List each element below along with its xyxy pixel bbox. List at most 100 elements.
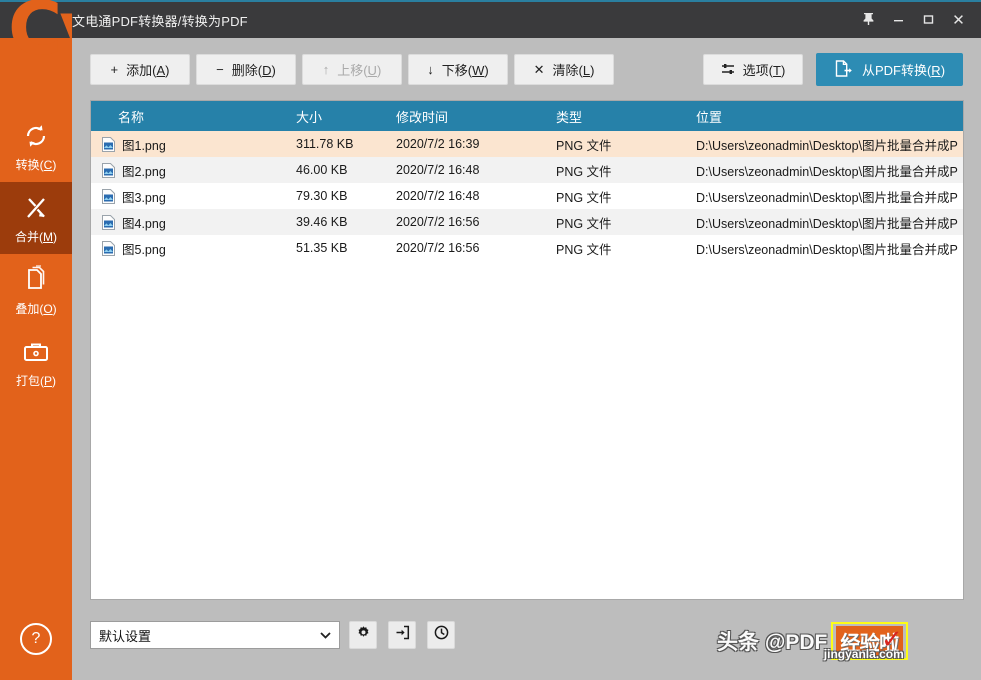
move-up-button[interactable]: ↑ 上移(U) bbox=[302, 54, 402, 85]
preset-select[interactable]: 默认设置 bbox=[90, 621, 340, 649]
history-clock-icon bbox=[434, 625, 449, 645]
bottom-bar: 默认设置 bbox=[72, 600, 981, 680]
clear-button-label: 清除(L) bbox=[552, 63, 595, 78]
preset-select-value: 默认设置 bbox=[99, 628, 152, 644]
sidebar: 转换(C) 合并(M) 叠加(O) 打包(P) ? bbox=[0, 38, 72, 680]
file-type-cell: PNG 文件 bbox=[556, 164, 612, 179]
settings-gear-icon bbox=[356, 625, 371, 645]
remove-button-label: 删除(D) bbox=[231, 63, 276, 78]
file-modified-cell: 2020/7/2 16:39 bbox=[396, 137, 480, 151]
plus-icon: + bbox=[110, 62, 119, 77]
file-size-cell: 39.46 KB bbox=[296, 215, 348, 229]
history-clock-button[interactable] bbox=[427, 621, 455, 649]
options-button-label: 选项(T) bbox=[742, 63, 786, 78]
file-location-cell: D:\Users\zeonadmin\Desktop\图片批量合并成P bbox=[696, 138, 958, 153]
toolbar: + 添加(A) − 删除(D) ↑ 上移(U) ↓ 下移(W) ✕ 清除(L) bbox=[72, 38, 981, 100]
chevron-down-icon bbox=[320, 631, 331, 642]
sidebar-item-label: 打包(P) bbox=[15, 373, 56, 388]
sidebar-item-overlay[interactable]: 叠加(O) bbox=[0, 254, 72, 326]
cross-icon: ✕ bbox=[533, 62, 545, 77]
file-type-cell: PNG 文件 bbox=[556, 216, 612, 231]
file-type-cell: PNG 文件 bbox=[556, 138, 612, 153]
file-name-cell: 图3.png bbox=[91, 187, 296, 206]
png-file-icon bbox=[102, 240, 115, 256]
sidebar-item-convert[interactable]: 转换(C) bbox=[0, 110, 72, 182]
convert-from-pdf-label: 从PDF转换(R) bbox=[861, 63, 946, 78]
convert-from-pdf-button[interactable]: 从PDF转换(R) bbox=[816, 53, 963, 86]
png-file-icon bbox=[102, 136, 115, 152]
pin-icon[interactable] bbox=[853, 0, 883, 38]
file-modified-cell: 2020/7/2 16:48 bbox=[396, 189, 480, 203]
file-name-cell: 图2.png bbox=[91, 161, 296, 180]
file-name-text: 图3.png bbox=[122, 190, 166, 205]
file-location-cell: D:\Users\zeonadmin\Desktop\图片批量合并成P bbox=[696, 164, 958, 179]
file-name-cell: 图5.png bbox=[91, 239, 296, 258]
import-settings-icon bbox=[395, 625, 410, 645]
arrow-down-icon: ↓ bbox=[427, 62, 434, 77]
file-name-text: 图5.png bbox=[122, 242, 166, 257]
close-icon[interactable] bbox=[943, 0, 973, 38]
table-row[interactable]: 图1.png 311.78 KB 2020/7/2 16:39 PNG 文件 D… bbox=[91, 131, 963, 157]
merge-icon bbox=[21, 192, 51, 224]
table-row[interactable]: 图5.png 51.35 KB 2020/7/2 16:56 PNG 文件 D:… bbox=[91, 235, 963, 261]
file-name-text: 图2.png bbox=[122, 164, 166, 179]
file-modified-cell: 2020/7/2 16:56 bbox=[396, 215, 480, 229]
options-button[interactable]: 选项(T) bbox=[703, 54, 803, 85]
window-title: 文电通PDF转换器/转换为PDF bbox=[72, 14, 248, 29]
import-settings-button[interactable] bbox=[388, 621, 416, 649]
clear-button[interactable]: ✕ 清除(L) bbox=[514, 54, 614, 85]
table-header-row: 名称 大小 修改时间 类型 位置 bbox=[91, 101, 963, 131]
arrow-up-icon: ↑ bbox=[322, 62, 330, 77]
main-panel: + 添加(A) − 删除(D) ↑ 上移(U) ↓ 下移(W) ✕ 清除(L) bbox=[72, 38, 981, 680]
title-bar: 文电通PDF转换器/转换为PDF bbox=[0, 0, 981, 38]
file-modified-cell: 2020/7/2 16:56 bbox=[396, 241, 480, 255]
table-row[interactable]: 图3.png 79.30 KB 2020/7/2 16:48 PNG 文件 D:… bbox=[91, 183, 963, 209]
file-modified-cell: 2020/7/2 16:48 bbox=[396, 163, 480, 177]
file-name-cell: 图1.png bbox=[91, 135, 296, 154]
add-button-label: 添加(A) bbox=[126, 63, 170, 78]
file-name-cell: 图4.png bbox=[91, 213, 296, 232]
file-name-text: 图4.png bbox=[122, 216, 166, 231]
file-name-text: 图1.png bbox=[122, 138, 166, 153]
sidebar-item-label: 转换(C) bbox=[15, 157, 57, 172]
column-header-modified[interactable]: 修改时间 bbox=[396, 107, 556, 126]
column-header-type[interactable]: 类型 bbox=[556, 107, 696, 126]
table-row[interactable]: 图2.png 46.00 KB 2020/7/2 16:48 PNG 文件 D:… bbox=[91, 157, 963, 183]
minus-icon: − bbox=[216, 62, 224, 77]
minimize-icon[interactable] bbox=[883, 0, 913, 38]
add-button[interactable]: + 添加(A) bbox=[90, 54, 190, 85]
file-location-cell: D:\Users\zeonadmin\Desktop\图片批量合并成P bbox=[696, 242, 958, 257]
window-controls bbox=[853, 0, 973, 38]
column-header-size[interactable]: 大小 bbox=[296, 107, 396, 126]
file-location-cell: D:\Users\zeonadmin\Desktop\图片批量合并成P bbox=[696, 190, 958, 205]
help-button[interactable]: ? bbox=[20, 623, 52, 655]
column-header-location[interactable]: 位置 bbox=[696, 107, 963, 126]
sliders-icon bbox=[721, 63, 735, 77]
sidebar-item-label: 合并(M) bbox=[15, 229, 57, 244]
settings-gear-button[interactable] bbox=[349, 621, 377, 649]
package-icon bbox=[21, 336, 51, 368]
overlay-icon bbox=[21, 264, 51, 296]
png-file-icon bbox=[102, 162, 115, 178]
sidebar-item-merge[interactable]: 合并(M) bbox=[0, 182, 72, 254]
move-down-button-label: 下移(W) bbox=[441, 63, 489, 78]
move-down-button[interactable]: ↓ 下移(W) bbox=[408, 54, 508, 85]
maximize-icon[interactable] bbox=[913, 0, 943, 38]
remove-button[interactable]: − 删除(D) bbox=[196, 54, 296, 85]
column-header-name[interactable]: 名称 bbox=[91, 107, 296, 126]
move-up-button-label: 上移(U) bbox=[337, 63, 382, 78]
sidebar-item-label: 叠加(O) bbox=[15, 301, 57, 316]
application-window: 文电通PDF转换器/转换为PDF 转换(C) 合并(M) 叠加(O) 打包(P)… bbox=[0, 0, 981, 680]
table-row[interactable]: 图4.png 39.46 KB 2020/7/2 16:56 PNG 文件 D:… bbox=[91, 209, 963, 235]
file-location-cell: D:\Users\zeonadmin\Desktop\图片批量合并成P bbox=[696, 216, 958, 231]
convert-icon bbox=[21, 120, 51, 152]
file-size-cell: 51.35 KB bbox=[296, 241, 348, 255]
png-file-icon bbox=[102, 214, 115, 230]
file-size-cell: 311.78 KB bbox=[296, 137, 354, 151]
file-type-cell: PNG 文件 bbox=[556, 190, 612, 205]
sidebar-item-package[interactable]: 打包(P) bbox=[0, 326, 72, 398]
file-type-cell: PNG 文件 bbox=[556, 242, 612, 257]
file-list-table: 名称 大小 修改时间 类型 位置 图1.png 311.78 KB 2020/7… bbox=[90, 100, 964, 600]
export-pdf-icon bbox=[834, 59, 853, 81]
png-file-icon bbox=[102, 188, 115, 204]
